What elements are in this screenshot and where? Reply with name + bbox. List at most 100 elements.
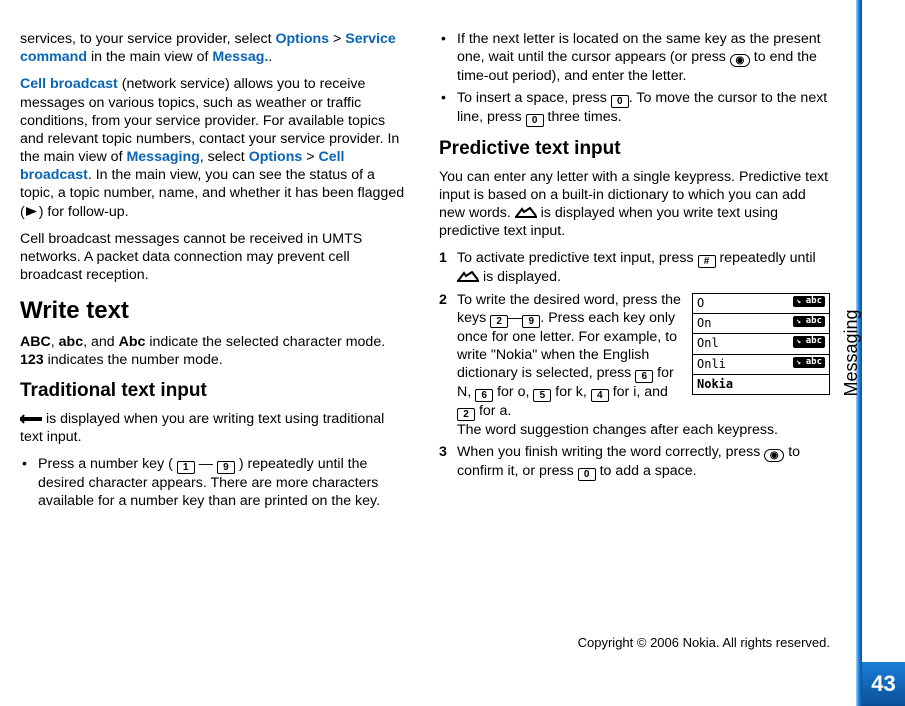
key-9-icon: 9 <box>522 315 540 328</box>
scroll-key-icon: ◉ <box>730 54 750 67</box>
text: > <box>302 149 318 165</box>
bullet-list: If the next letter is located on the sam… <box>439 30 830 127</box>
key-2-icon: 2 <box>490 315 508 328</box>
paragraph: services, to your service provider, sele… <box>20 30 411 66</box>
text: — <box>508 310 522 326</box>
text: , and <box>83 334 119 350</box>
key-6-icon: 6 <box>635 370 653 383</box>
two-column-layout: services, to your service provider, sele… <box>20 30 830 612</box>
column-left: services, to your service provider, sele… <box>20 30 411 612</box>
page-number: 43 <box>871 671 895 697</box>
ui-link: Options <box>275 31 329 47</box>
text: services, to your service provider, sele… <box>20 31 275 47</box>
list-item: To insert a space, press 0. To move the … <box>439 89 830 127</box>
cell-text: Onli <box>697 357 726 371</box>
text: for k, <box>551 384 590 400</box>
section-side-label: Messaging <box>841 309 862 396</box>
text: ) for follow-up. <box>39 204 129 220</box>
page-number-box: 43 <box>862 662 905 706</box>
step-number: 1 <box>439 249 447 267</box>
key-5-icon: 5 <box>533 389 551 402</box>
text: for a. <box>475 403 511 419</box>
text: , select <box>200 149 249 165</box>
ui-link: Messaging <box>126 149 199 165</box>
key-0-icon: 0 <box>611 95 629 108</box>
predictive-example-figure: Oabc On abc Onl abc Onli abc Nokia <box>692 293 830 396</box>
key-2-icon: 2 <box>457 408 475 421</box>
step-number: 3 <box>439 443 447 461</box>
cell-text: On <box>697 316 711 330</box>
text: indicate the selected character mode. <box>145 334 385 350</box>
text: in the main view of <box>87 49 212 65</box>
text-bold: abc <box>59 334 83 350</box>
column-right: If the next letter is located on the sam… <box>439 30 830 612</box>
abc-badge: abc <box>793 357 825 369</box>
text: , <box>51 334 59 350</box>
page-content: services, to your service provider, sele… <box>0 0 850 658</box>
predictive-input-icon <box>515 207 537 219</box>
text: indicates the number mode. <box>44 352 223 368</box>
cell-text: Onl <box>697 336 719 350</box>
ui-link: Options <box>249 149 303 165</box>
step-item: 1 To activate predictive text input, pre… <box>439 249 830 286</box>
ui-link: Cell broadcast <box>20 76 118 92</box>
key-0-icon: 0 <box>526 114 544 127</box>
key-hash-icon: # <box>698 255 716 268</box>
cell-text: O <box>697 296 704 310</box>
list-item: If the next letter is located on the sam… <box>439 30 830 85</box>
text: is displayed. <box>479 269 561 285</box>
table-row: Oabc <box>693 294 829 314</box>
key-9-icon: 9 <box>217 461 235 474</box>
heading-predictive-input: Predictive text input <box>439 137 830 161</box>
text: The word suggestion changes after each k… <box>457 422 778 438</box>
text: repeatedly until <box>716 250 816 266</box>
text: for o, <box>493 384 533 400</box>
cell-text: Nokia <box>697 377 733 391</box>
list-item: Press a number key ( 1 — 9 ) repeatedly … <box>20 455 411 510</box>
ui-link: Messag. <box>212 49 268 65</box>
abc-badge: abc <box>793 316 825 328</box>
predictive-input-icon <box>457 271 479 283</box>
flag-icon <box>25 206 39 217</box>
text: to add a space. <box>596 463 697 479</box>
text: When you finish writing the word correct… <box>457 444 764 460</box>
text: is displayed when you are writing text u… <box>20 411 384 445</box>
key-4-icon: 4 <box>591 389 609 402</box>
text: To insert a space, press <box>457 90 611 106</box>
step-number: 2 <box>439 291 447 309</box>
figure-table: Oabc On abc Onl abc Onli abc Nokia <box>693 294 829 395</box>
table-row: Nokia <box>693 374 829 394</box>
text: Press a number key ( <box>38 456 173 472</box>
paragraph: is displayed when you are writing text u… <box>20 410 411 446</box>
copyright-footer: Copyright © 2006 Nokia. All rights reser… <box>20 635 830 650</box>
heading-write-text: Write text <box>20 296 411 327</box>
text: three times. <box>544 109 622 125</box>
text-bold: 123 <box>20 352 44 368</box>
key-0-icon: 0 <box>578 468 596 481</box>
paragraph: You can enter any letter with a single k… <box>439 168 830 241</box>
abc-badge: abc <box>793 336 825 348</box>
key-6-icon: 6 <box>475 389 493 402</box>
text: > <box>329 31 345 47</box>
right-side-band: 43 <box>856 0 905 706</box>
paragraph: Cell broadcast messages cannot be receiv… <box>20 230 411 285</box>
paragraph: Cell broadcast (network service) allows … <box>20 75 411 220</box>
bullet-list: Press a number key ( 1 — 9 ) repeatedly … <box>20 455 411 510</box>
key-1-icon: 1 <box>177 461 195 474</box>
traditional-input-icon <box>20 413 42 425</box>
step-item: 3 When you finish writing the word corre… <box>439 443 830 481</box>
table-row: On abc <box>693 313 829 333</box>
text: To activate predictive text input, press <box>457 250 698 266</box>
text: for i, and <box>609 384 668 400</box>
text-bold: Abc <box>119 334 146 350</box>
step-item: 2 Oabc Onabc Onlabc Onliabc Nokia To wri… <box>439 291 830 440</box>
abc-badge: abc <box>793 296 825 308</box>
paragraph: ABC, abc, and Abc indicate the selected … <box>20 333 411 369</box>
scroll-key-icon: ◉ <box>764 449 784 462</box>
text: — <box>199 456 213 472</box>
text-bold: ABC <box>20 334 51 350</box>
numbered-steps: 1 To activate predictive text input, pre… <box>439 249 830 481</box>
heading-traditional-input: Traditional text input <box>20 379 411 403</box>
table-row: Onli abc <box>693 354 829 374</box>
text: . <box>268 49 272 65</box>
